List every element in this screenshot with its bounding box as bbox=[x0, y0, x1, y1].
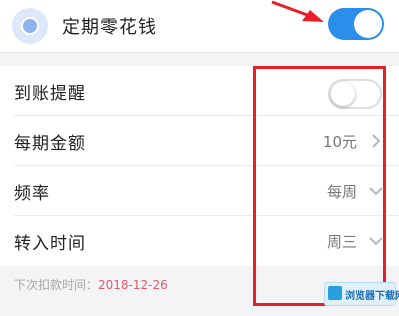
page-title: 定期零花钱 bbox=[62, 17, 157, 38]
settings-row-label: 频率 bbox=[14, 184, 50, 204]
frequency-value: 每周 bbox=[326, 183, 357, 201]
amount-value: 10元 bbox=[322, 133, 357, 151]
watermark-icon bbox=[328, 286, 342, 300]
watermark-text: 浏览器下载网 bbox=[345, 291, 399, 302]
reminder-toggle-switch[interactable] bbox=[328, 79, 382, 109]
red-arrow-annotation bbox=[271, 0, 324, 22]
toggle-knob bbox=[354, 10, 382, 38]
chevron-down-icon bbox=[369, 187, 383, 196]
main-toggle-switch[interactable] bbox=[328, 8, 384, 40]
settings-row-label: 每期金额 bbox=[14, 134, 86, 154]
next-deduction-date: 2018-12-26 bbox=[98, 278, 168, 292]
header-bar: 定期零花钱 bbox=[0, 0, 399, 53]
toggle-knob bbox=[331, 82, 355, 106]
wallet-app-icon bbox=[12, 8, 48, 44]
chevron-right-icon bbox=[372, 134, 381, 148]
watermark-logo: 浏览器下载网 bbox=[324, 282, 399, 306]
settings-row-label: 转入时间 bbox=[14, 234, 86, 254]
chevron-down-icon bbox=[369, 237, 383, 246]
settings-row-transfer-time[interactable]: 转入时间 周三 bbox=[0, 216, 399, 266]
next-deduction-note: 下次扣款时间：2018-12-26 bbox=[14, 276, 168, 293]
transfer-time-value: 周三 bbox=[326, 233, 357, 251]
next-deduction-label: 下次扣款时间： bbox=[14, 278, 99, 292]
settings-row-frequency[interactable]: 频率 每周 bbox=[0, 166, 399, 216]
settings-row-label: 到账提醒 bbox=[14, 84, 86, 104]
settings-row-amount[interactable]: 每期金额 10元 bbox=[0, 116, 399, 166]
